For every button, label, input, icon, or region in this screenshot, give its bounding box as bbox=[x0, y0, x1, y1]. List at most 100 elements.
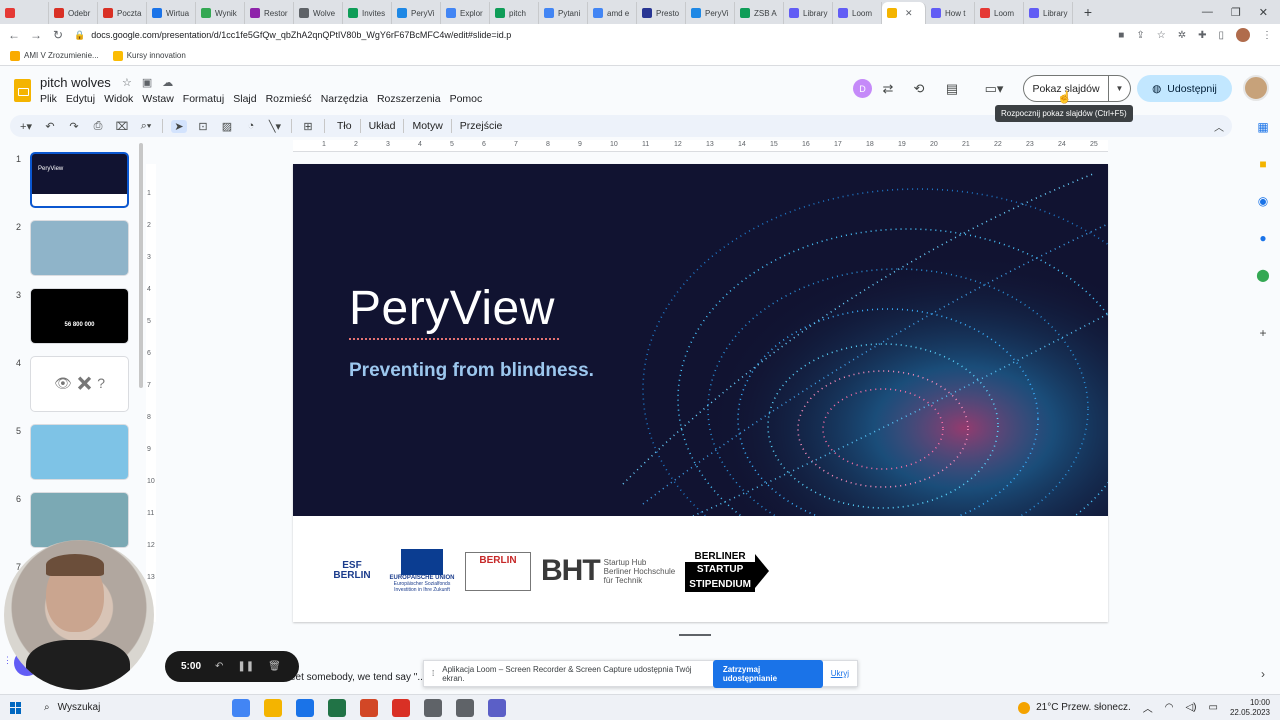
collaborator-avatar[interactable]: D bbox=[853, 79, 872, 98]
menu-item[interactable]: Edytuj bbox=[66, 93, 95, 105]
toolbar-text-button[interactable]: Motyw bbox=[408, 120, 446, 132]
browser-tab[interactable]: Library bbox=[784, 2, 833, 24]
browser-tab[interactable]: Wynik bbox=[196, 2, 245, 24]
undo-icon[interactable]: ↶ bbox=[42, 120, 58, 133]
slideshow-dropdown[interactable]: ▼ bbox=[1109, 75, 1131, 102]
account-avatar[interactable] bbox=[1243, 75, 1269, 101]
browser-tab[interactable]: Pytani bbox=[539, 2, 588, 24]
task-view-icon[interactable] bbox=[296, 698, 314, 717]
menu-item[interactable]: Rozszerzenia bbox=[377, 93, 441, 105]
filmstrip-scrollbar[interactable] bbox=[139, 143, 143, 388]
drag-handle-icon[interactable]: ⁞ bbox=[432, 669, 434, 678]
comment-add-icon[interactable]: ⊞ bbox=[300, 120, 316, 133]
puzzle-icon[interactable]: ✚ bbox=[1198, 30, 1206, 41]
speaker-notes-text[interactable]: eet somebody, we tend say "... bbox=[290, 672, 426, 683]
select-icon[interactable]: ➤ bbox=[171, 119, 187, 133]
camera-icon[interactable]: ■ bbox=[1118, 30, 1124, 41]
minimize-icon[interactable]: — bbox=[1202, 6, 1213, 19]
browser-tab[interactable]: Explor bbox=[441, 2, 490, 24]
browser-tab[interactable]: pitch bbox=[490, 2, 539, 24]
slide-thumbnail[interactable]: 👁 ✖ ? bbox=[30, 356, 129, 412]
teams-icon[interactable] bbox=[488, 698, 506, 717]
browser-tab[interactable]: Poczta bbox=[98, 2, 147, 24]
browser-tab[interactable]: Invites bbox=[343, 2, 392, 24]
present-tab-icon[interactable]: ⇄ bbox=[879, 80, 897, 98]
menu-item[interactable]: Slajd bbox=[233, 93, 256, 105]
acrobat-icon[interactable] bbox=[392, 698, 410, 717]
redo-icon[interactable]: ↷ bbox=[66, 120, 82, 133]
slide-thumbnail[interactable]: 56 800 000 bbox=[30, 288, 129, 344]
maps-icon[interactable]: ⬤ bbox=[1256, 268, 1270, 282]
zoom-icon[interactable]: ⌕▾ bbox=[138, 120, 154, 133]
url-field[interactable]: 🔒 docs.google.com/presentation/d/1cc1fe5… bbox=[74, 30, 1108, 41]
close-tab-icon[interactable]: ✕ bbox=[905, 8, 913, 19]
menu-item[interactable]: Formatuj bbox=[183, 93, 224, 105]
browser-tab[interactable] bbox=[0, 2, 49, 24]
taskbar-search[interactable]: ⌕ Wyszukaj bbox=[36, 697, 216, 719]
reload-icon[interactable]: ↻ bbox=[52, 28, 64, 42]
hide-notification-link[interactable]: Ukryj bbox=[831, 669, 849, 678]
print-icon[interactable]: ⎙ bbox=[90, 120, 106, 133]
expand-panel-icon[interactable]: › bbox=[1256, 667, 1270, 681]
recorder-icon[interactable] bbox=[424, 698, 442, 717]
slide-thumbnail[interactable]: PeryView bbox=[30, 152, 129, 208]
new-slide-icon[interactable]: +▾ bbox=[18, 120, 34, 133]
browser-tab[interactable]: Library bbox=[1024, 2, 1073, 24]
slide-canvas[interactable]: PeryView Preventing from blindness. ESF … bbox=[293, 164, 1108, 622]
weather-widget[interactable]: 21°C Przew. słonecz. bbox=[1018, 701, 1131, 714]
browser-profile-avatar[interactable] bbox=[1236, 28, 1250, 42]
line-icon[interactable]: ╲▾ bbox=[267, 120, 283, 133]
powerpoint-icon[interactable] bbox=[360, 698, 378, 717]
browser-tab[interactable]: PeryVi bbox=[392, 2, 441, 24]
menu-item[interactable]: Rozmieść bbox=[266, 93, 312, 105]
webcam-bubble[interactable] bbox=[4, 540, 154, 690]
menu-item[interactable]: Plik bbox=[40, 93, 57, 105]
add-addon-icon[interactable]: + bbox=[1256, 326, 1270, 340]
history-icon[interactable]: ⟲ bbox=[910, 80, 928, 98]
stop-sharing-button[interactable]: Zatrzymaj udostępnianie bbox=[712, 659, 823, 688]
settings-icon[interactable] bbox=[456, 698, 474, 717]
widgets-icon[interactable] bbox=[264, 698, 282, 717]
battery-icon[interactable]: ▭ bbox=[1209, 702, 1218, 713]
browser-tab[interactable]: PeryVi bbox=[686, 2, 735, 24]
notes-resize-handle[interactable] bbox=[679, 634, 711, 636]
volume-icon[interactable]: ◁) bbox=[1185, 702, 1196, 713]
slide-thumbnail[interactable] bbox=[30, 220, 129, 276]
slide-title[interactable]: PeryView bbox=[349, 281, 555, 336]
excel-icon[interactable] bbox=[328, 698, 346, 717]
toolbar-text-button[interactable]: Przejście bbox=[456, 120, 507, 132]
menu-item[interactable]: Widok bbox=[104, 93, 133, 105]
trash-icon[interactable]: 🗑 bbox=[268, 661, 281, 672]
comments-icon[interactable]: ▤ bbox=[943, 80, 961, 98]
extension-icon[interactable]: ✲ bbox=[1178, 30, 1186, 41]
browser-tab[interactable]: Presto bbox=[637, 2, 686, 24]
star-icon[interactable]: ☆ bbox=[1157, 30, 1166, 41]
bookmark-item[interactable]: Kursy innovation bbox=[112, 50, 186, 61]
browser-tab[interactable]: Loom bbox=[833, 2, 882, 24]
calendar-icon[interactable]: ▦ bbox=[1256, 120, 1270, 134]
browser-tab[interactable]: How t bbox=[926, 2, 975, 24]
tray-chevron-icon[interactable]: ︿ bbox=[1143, 700, 1153, 715]
network-icon[interactable]: ◠ bbox=[1165, 702, 1174, 713]
cloud-status-icon[interactable]: ☁ bbox=[162, 76, 173, 89]
drag-handle-icon[interactable]: ⋮⋮ bbox=[3, 655, 21, 666]
toolbar-text-button[interactable]: Tło bbox=[333, 120, 356, 132]
new-tab-button[interactable]: + bbox=[1079, 4, 1097, 20]
collapse-toolbar-icon[interactable]: ︿ bbox=[1214, 119, 1224, 134]
bookmark-item[interactable]: AMI V Zrozumienie... bbox=[10, 50, 99, 61]
browser-tab[interactable]: Loom bbox=[975, 2, 1024, 24]
browser-tab[interactable]: amd e bbox=[588, 2, 637, 24]
kebab-menu-icon[interactable]: ⋮ bbox=[1262, 30, 1272, 41]
move-folder-icon[interactable]: ▣ bbox=[142, 76, 152, 89]
contacts-icon[interactable]: ● bbox=[1256, 231, 1270, 245]
share-button[interactable]: ◍ Udostępnij bbox=[1137, 75, 1232, 102]
restore-icon[interactable]: ❐ bbox=[1231, 6, 1241, 19]
sponsor-logos[interactable]: ESF BERLIN EUROPÄISCHE UNION Europäische… bbox=[325, 547, 769, 595]
browser-tab[interactable]: Wirtua bbox=[147, 2, 196, 24]
forward-icon[interactable]: → bbox=[30, 28, 42, 42]
menu-item[interactable]: Wstaw bbox=[142, 93, 174, 105]
share-page-icon[interactable]: ⇪ bbox=[1136, 30, 1144, 41]
browser-tab[interactable]: Restor bbox=[245, 2, 294, 24]
menu-item[interactable]: Pomoc bbox=[450, 93, 483, 105]
shape-icon[interactable]: ◔ bbox=[243, 120, 259, 132]
